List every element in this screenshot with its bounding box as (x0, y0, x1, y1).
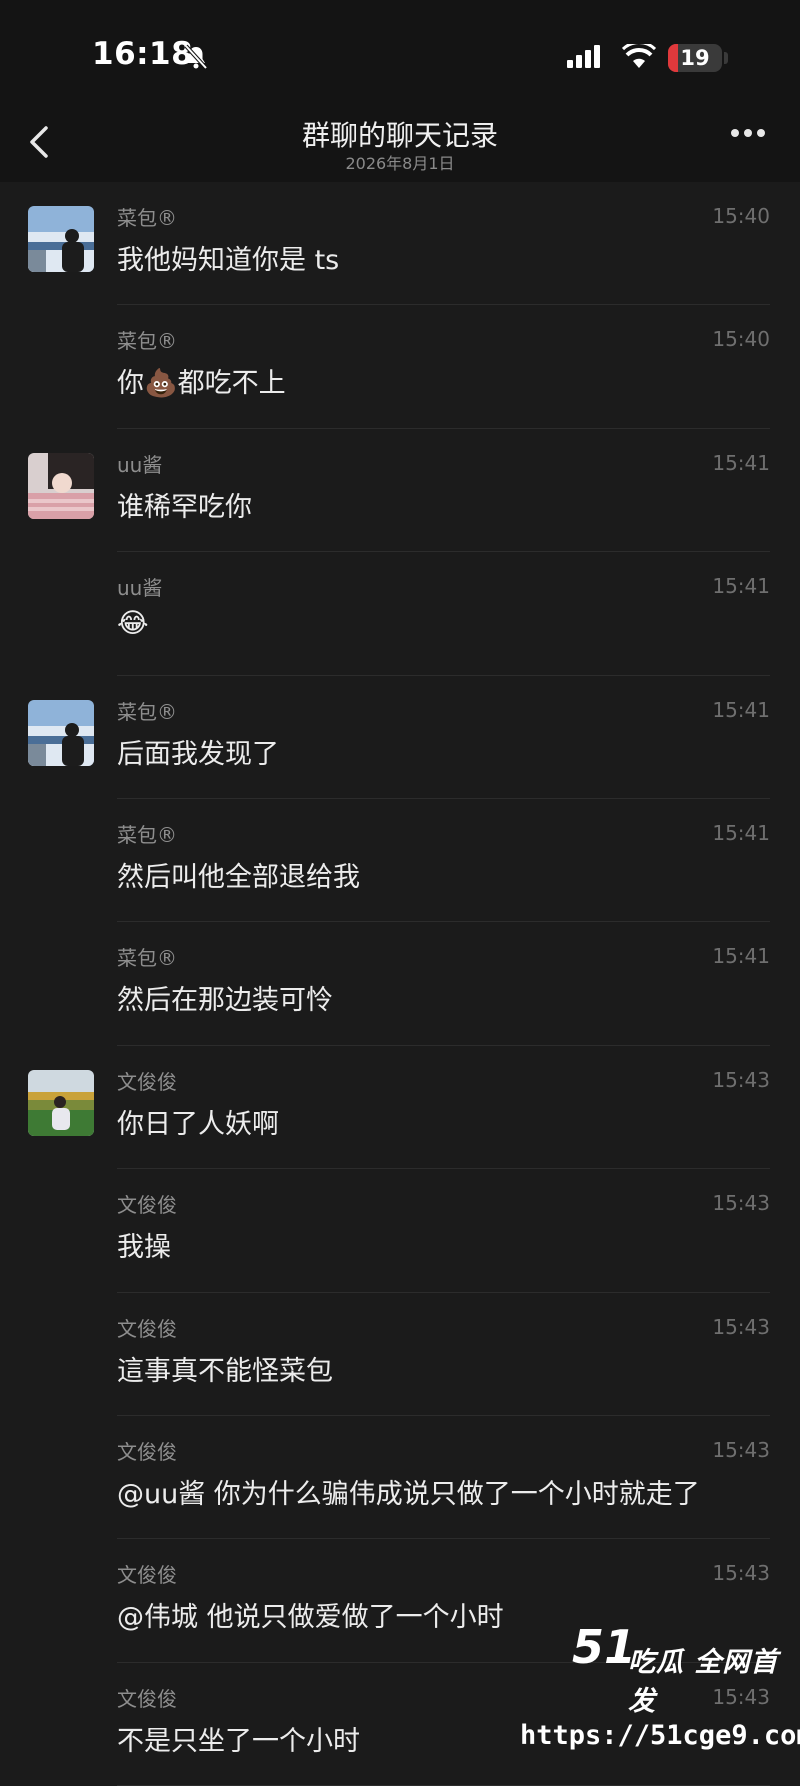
message-sender: 文俊俊 (117, 1193, 177, 1218)
message-item[interactable]: 菜包® 15:41 然后叫他全部退给我 (0, 799, 800, 923)
message-time: 15:41 (712, 944, 770, 969)
message-time: 15:41 (712, 820, 770, 845)
message-sender: 文俊俊 (117, 1686, 177, 1711)
message-text: 這事真不能怪菜包 (117, 1355, 333, 1387)
message-text: 后面我发现了 (117, 738, 279, 770)
message-time: 15:43 (712, 1561, 770, 1586)
avatar[interactable] (28, 206, 94, 272)
message-text: 你日了人妖啊 (117, 1108, 279, 1140)
avatar[interactable] (28, 1069, 94, 1136)
message-item[interactable]: 菜包® 15:40 你💩都吃不上 (0, 305, 800, 429)
message-text: 你💩都吃不上 (117, 368, 286, 400)
watermark-logo-number: 51 (572, 1620, 637, 1674)
message-item[interactable]: 文俊俊 15:43 你日了人妖啊 (0, 1046, 800, 1170)
message-item[interactable]: 菜包® 15:41 后面我发现了 (0, 676, 800, 799)
watermark-url: https://51cge9.com (520, 1720, 800, 1751)
message-text: 然后在那边装可怜 (117, 985, 333, 1017)
message-sender: 菜包® (117, 699, 177, 724)
message-text: 我操 (117, 1232, 171, 1264)
message-time: 15:43 (712, 1191, 770, 1216)
message-item[interactable]: 菜包® 15:41 然后在那边装可怜 (0, 922, 800, 1046)
message-text: @伟城 他说只做爱做了一个小时 (117, 1602, 504, 1634)
avatar[interactable] (28, 699, 94, 766)
message-time: 15:43 (712, 1314, 770, 1339)
message-time: 15:41 (712, 450, 770, 475)
message-sender: 菜包® (117, 206, 177, 230)
message-sender: 菜包® (117, 822, 177, 847)
message-text: 😂 (117, 608, 149, 640)
message-sender: 文俊俊 (117, 1439, 177, 1464)
wifi-icon (622, 44, 656, 68)
message-time: 15:43 (712, 1437, 770, 1462)
message-list: 菜包® 15:40 我他妈知道你是 ts 菜包® 15:40 你💩都吃不上 uu酱 15:41… (0, 182, 800, 1786)
message-text: 然后叫他全部退给我 (117, 861, 360, 893)
avatar[interactable] (28, 452, 94, 519)
status-time: 16:18 (92, 36, 194, 72)
watermark-brand-text: 吃瓜 全网首发 (628, 1647, 779, 1717)
bell-off-icon (184, 44, 208, 70)
message-sender: uu酱 (117, 452, 163, 477)
battery-tip (724, 52, 728, 64)
message-time: 15:40 (712, 204, 770, 228)
message-sender: 菜包® (117, 946, 177, 971)
message-sender: 菜包® (117, 329, 177, 354)
page-title: 群聊的聊天记录 (301, 119, 498, 152)
page-subtitle-date: 2026年8月1日 (345, 154, 455, 173)
message-text: 不是只坐了一个小时 (117, 1725, 360, 1757)
message-sender: uu酱 (117, 576, 163, 601)
message-item[interactable]: uu酱 15:41 谁稀罕吃你 (0, 429, 800, 553)
message-text: @uu酱 你为什么骗伟成说只做了一个小时就走了 (117, 1478, 700, 1510)
message-time: 15:43 (712, 1067, 770, 1092)
battery-icon: 19 (668, 44, 722, 72)
nav-bar: 群聊的聊天记录 2026年8月1日 (0, 100, 800, 182)
message-item[interactable]: 菜包® 15:40 我他妈知道你是 ts (0, 182, 800, 306)
battery-percent: 19 (680, 46, 710, 70)
ellipsis-icon[interactable] (730, 128, 766, 138)
message-text: 谁稀罕吃你 (117, 491, 252, 523)
message-time: 15:41 (712, 574, 770, 599)
message-sender: 文俊俊 (117, 1069, 177, 1094)
message-item[interactable]: 文俊俊 15:43 @uu酱 你为什么骗伟成说只做了一个小时就走了 (0, 1416, 800, 1540)
message-sender: 文俊俊 (117, 1563, 177, 1588)
status-bar: 16:18 19 (0, 0, 800, 100)
message-item[interactable]: 文俊俊 15:43 這事真不能怪菜包 (0, 1293, 800, 1416)
message-time: 15:41 (712, 697, 770, 722)
message-time: 15:40 (712, 327, 770, 352)
message-sender: 文俊俊 (117, 1316, 177, 1341)
signal-icon (567, 45, 600, 68)
message-item[interactable]: 文俊俊 15:43 我操 (0, 1169, 800, 1293)
message-text: 我他妈知道你是 ts (117, 245, 340, 276)
message-item[interactable]: uu酱 15:41 😂 (0, 552, 800, 676)
